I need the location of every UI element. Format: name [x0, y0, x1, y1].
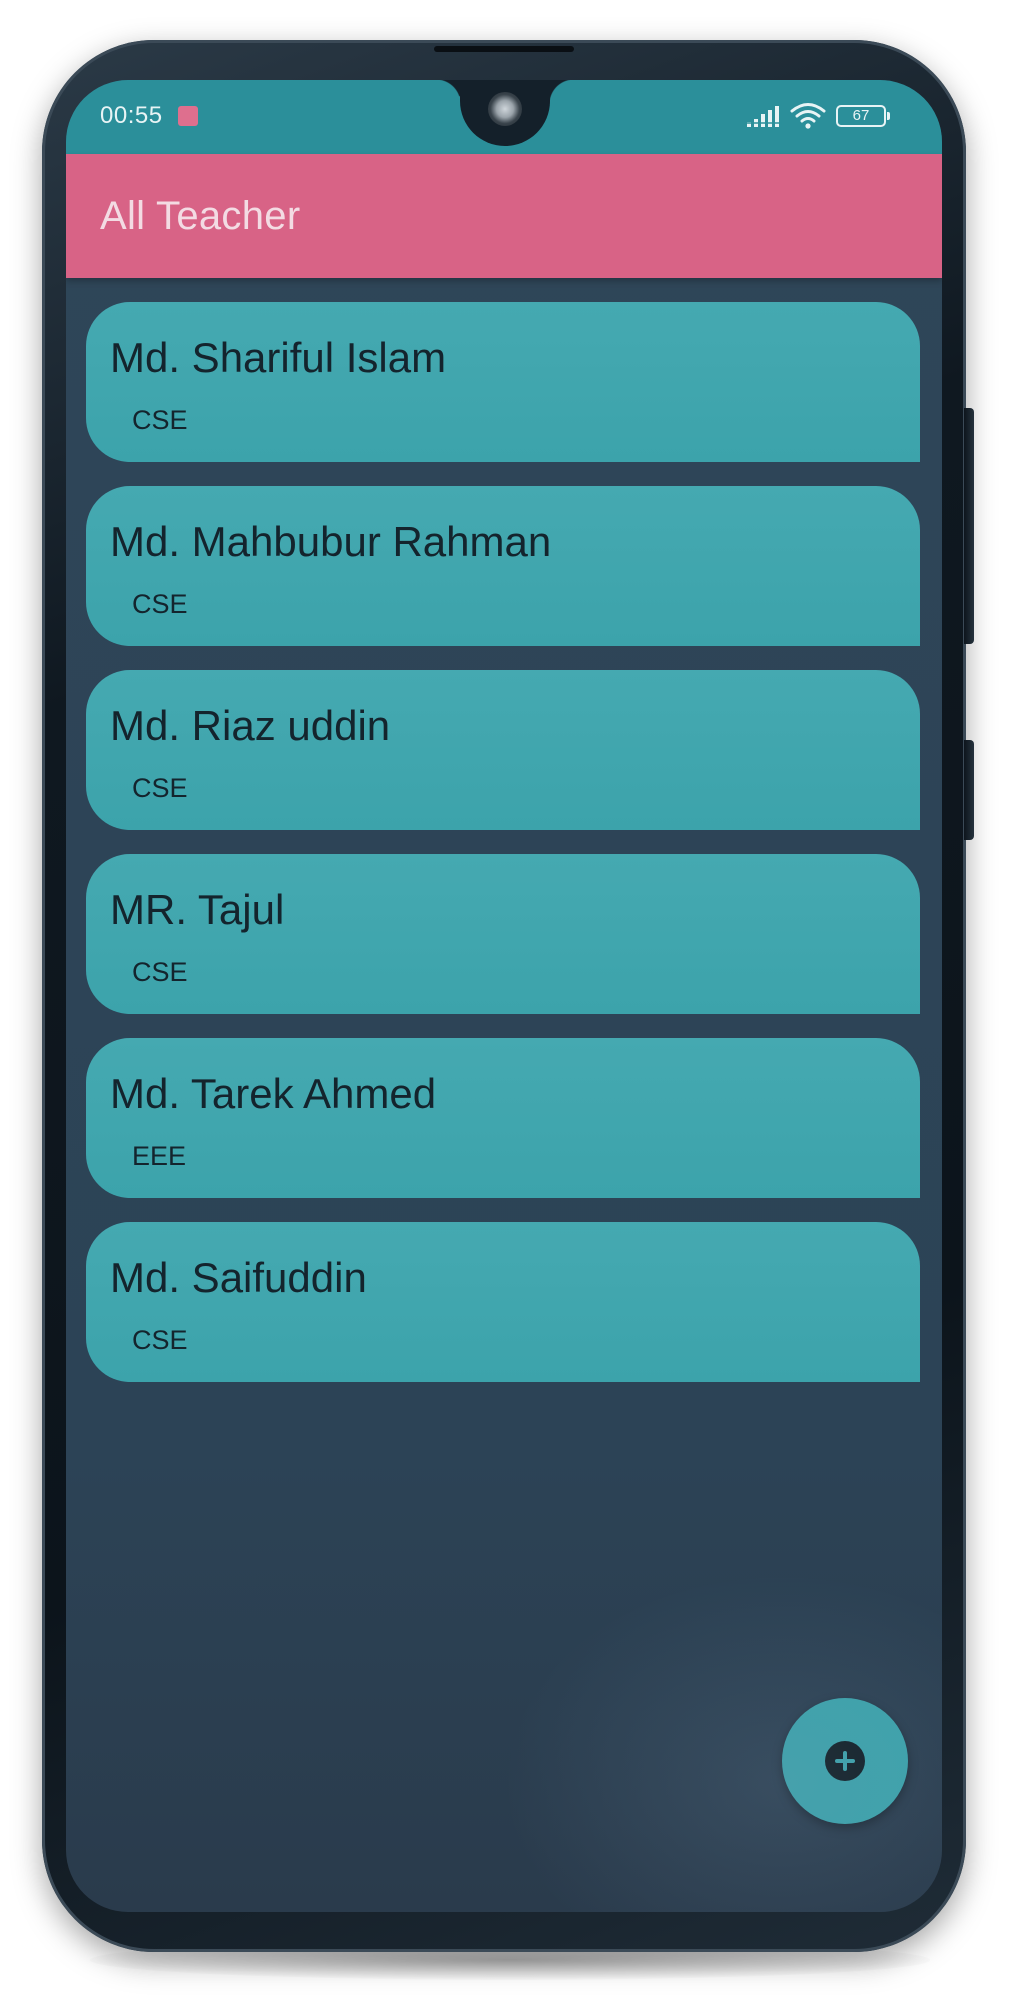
battery-icon: 67: [836, 105, 890, 127]
device-stage: 00:55 67 All Teacher Md. Shariful Islam …: [0, 0, 1018, 2000]
teacher-name: Md. Tarek Ahmed: [110, 1070, 437, 1117]
teacher-department: CSE: [132, 405, 188, 435]
app-bar: All Teacher: [66, 154, 942, 278]
teacher-card[interactable]: MR. Tajul CSE: [86, 854, 920, 1014]
wifi-icon: [790, 103, 826, 129]
front-camera-icon: [488, 92, 522, 126]
teacher-card[interactable]: Md. Saifuddin CSE: [86, 1222, 920, 1382]
teacher-card[interactable]: Md. Mahbubur Rahman CSE: [86, 486, 920, 646]
teacher-name: Md. Riaz uddin: [110, 702, 391, 749]
teacher-department: CSE: [132, 589, 188, 619]
teacher-card[interactable]: Md. Tarek Ahmed EEE: [86, 1038, 920, 1198]
phone-screen: 00:55 67 All Teacher Md. Shariful Islam …: [66, 80, 942, 1912]
add-icon: [825, 1741, 865, 1781]
add-teacher-button[interactable]: [782, 1698, 908, 1824]
teacher-list: Md. Shariful Islam CSE Md. Mahbubur Rahm…: [86, 302, 920, 1406]
power-button: [964, 740, 974, 840]
teacher-name: Md. Saifuddin: [110, 1254, 367, 1301]
signal-icon: [746, 106, 782, 127]
status-time: 00:55: [100, 102, 163, 129]
teacher-name: Md. Shariful Islam: [110, 334, 447, 381]
teacher-card[interactable]: Md. Shariful Islam CSE: [86, 302, 920, 462]
teacher-department: CSE: [132, 957, 188, 987]
teacher-department: CSE: [132, 773, 188, 803]
notification-icon: [178, 106, 198, 126]
teacher-department: CSE: [132, 1325, 188, 1355]
status-bar: 00:55 67: [66, 80, 942, 154]
teacher-name: MR. Tajul: [110, 886, 285, 933]
teacher-department: EEE: [132, 1141, 187, 1171]
volume-button: [964, 408, 974, 644]
teacher-name: Md. Mahbubur Rahman: [110, 518, 552, 565]
teacher-card[interactable]: Md. Riaz uddin CSE: [86, 670, 920, 830]
page-title: All Teacher: [100, 194, 301, 238]
earpiece-speaker: [434, 46, 574, 52]
